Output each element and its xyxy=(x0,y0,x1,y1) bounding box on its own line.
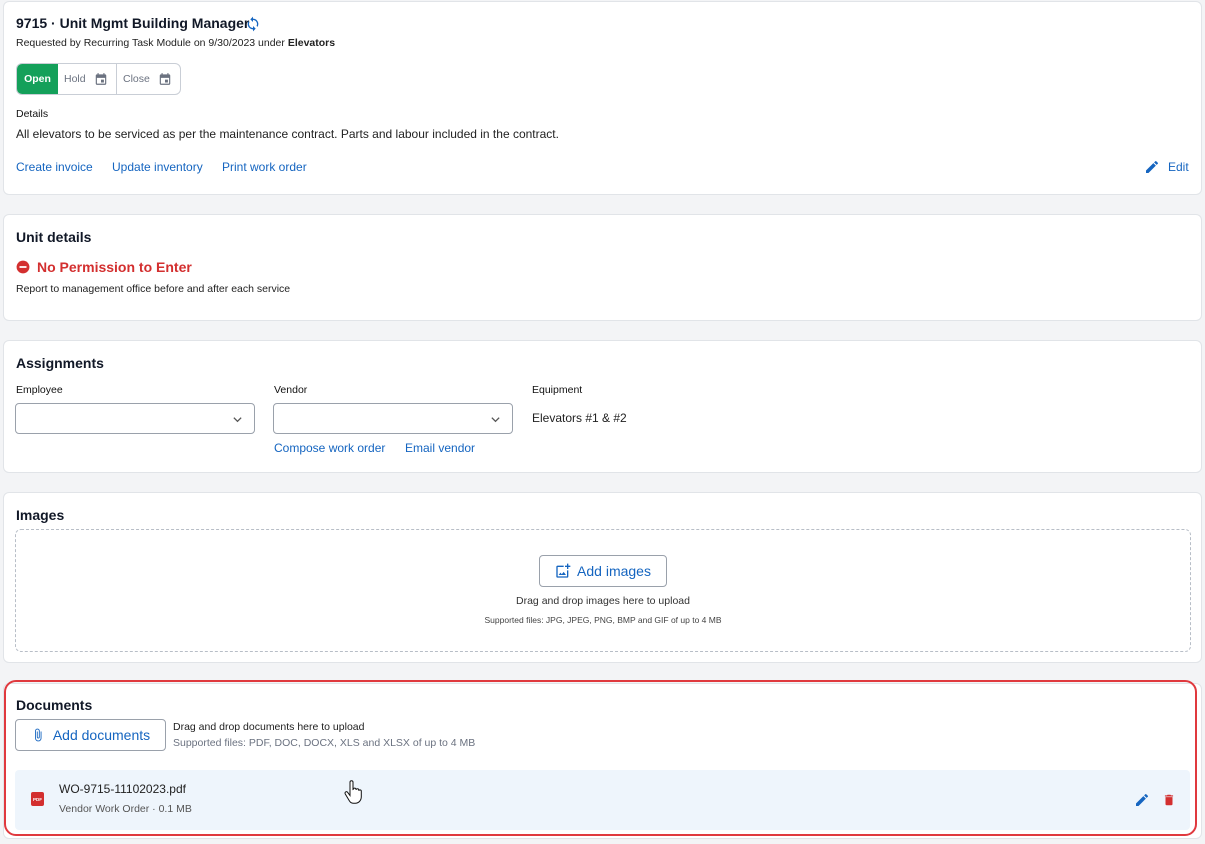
edit-label: Edit xyxy=(1168,160,1189,174)
images-card: Images Add images Drag and drop images h… xyxy=(3,492,1202,663)
refresh-icon[interactable] xyxy=(245,16,261,32)
trash-icon[interactable] xyxy=(1162,792,1176,808)
chevron-down-icon xyxy=(491,417,500,423)
status-hold-button[interactable]: Hold xyxy=(58,64,117,94)
compose-work-order-link[interactable]: Compose work order xyxy=(274,441,385,455)
add-documents-button[interactable]: Add documents xyxy=(15,719,166,751)
document-meta: Vendor Work Order · 0.1 MB xyxy=(59,803,192,815)
add-documents-label: Add documents xyxy=(52,727,151,743)
add-photo-icon xyxy=(556,563,571,578)
image-dropzone[interactable]: Add images Drag and drop images here to … xyxy=(15,529,1191,652)
edit-pencil-icon xyxy=(1146,160,1159,173)
details-label: Details xyxy=(16,108,49,120)
unit-details-title: Unit details xyxy=(16,229,92,245)
add-images-button[interactable]: Add images xyxy=(539,555,667,587)
pdf-file-icon: PDF xyxy=(31,792,44,806)
edit-pencil-icon[interactable] xyxy=(1134,792,1150,808)
equipment-label: Equipment xyxy=(532,384,583,396)
employee-select[interactable] xyxy=(15,403,255,434)
vendor-select[interactable] xyxy=(273,403,513,434)
equipment-value: Elevators #1 & #2 xyxy=(532,411,627,425)
vendor-label: Vendor xyxy=(274,384,308,396)
unit-note: Report to management office before and a… xyxy=(16,283,291,295)
create-invoice-link[interactable]: Create invoice xyxy=(16,160,93,174)
document-drop-text: Drag and drop documents here to upload xyxy=(173,721,365,733)
details-text: All elevators to be serviced as per the … xyxy=(16,127,559,141)
request-subtitle: Requested by Recurring Task Module on 9/… xyxy=(16,37,336,49)
hand-cursor-icon xyxy=(344,780,362,804)
minus-circle-icon xyxy=(16,260,30,274)
permission-text: No Permission to Enter xyxy=(37,259,192,275)
images-title: Images xyxy=(16,507,65,523)
image-drop-text: Drag and drop images here to upload xyxy=(516,595,690,607)
edit-button[interactable]: Edit xyxy=(1144,159,1189,175)
document-name[interactable]: WO-9715-11102023.pdf xyxy=(59,782,186,796)
image-supported-text: Supported files: JPG, JPEG, PNG, BMP and… xyxy=(484,615,722,625)
employee-label: Employee xyxy=(16,384,63,396)
unit-details-card: Unit details No Permission to Enter Repo… xyxy=(3,214,1202,321)
add-images-label: Add images xyxy=(577,563,651,579)
paperclip-icon xyxy=(34,728,42,742)
email-vendor-link[interactable]: Email vendor xyxy=(405,441,475,455)
assignments-title: Assignments xyxy=(16,355,104,371)
status-close-button[interactable]: Close xyxy=(117,64,180,94)
page-title: 9715 · Unit Mgmt Building Manager xyxy=(16,15,250,31)
status-hold-label: Hold xyxy=(64,73,86,85)
calendar-icon xyxy=(159,73,171,85)
documents-title: Documents xyxy=(16,697,93,713)
assignments-card: Assignments Employee Vendor Equipment El… xyxy=(3,340,1202,473)
documents-card: Documents Add documents Drag and drop do… xyxy=(3,683,1202,839)
status-close-label: Close xyxy=(123,73,150,85)
update-inventory-link[interactable]: Update inventory xyxy=(112,160,203,174)
permission-status: No Permission to Enter xyxy=(16,259,192,275)
calendar-icon xyxy=(95,73,106,85)
chevron-down-icon xyxy=(233,417,242,423)
status-segmented-control: Open Hold Close xyxy=(16,63,181,95)
work-order-header-card: 9715 · Unit Mgmt Building Manager Reques… xyxy=(3,1,1202,195)
document-list-item[interactable]: PDF WO-9715-11102023.pdf Vendor Work Ord… xyxy=(15,770,1190,830)
status-open-button[interactable]: Open xyxy=(17,64,58,94)
print-work-order-link[interactable]: Print work order xyxy=(222,160,307,174)
document-supported-text: Supported files: PDF, DOC, DOCX, XLS and… xyxy=(173,737,476,749)
